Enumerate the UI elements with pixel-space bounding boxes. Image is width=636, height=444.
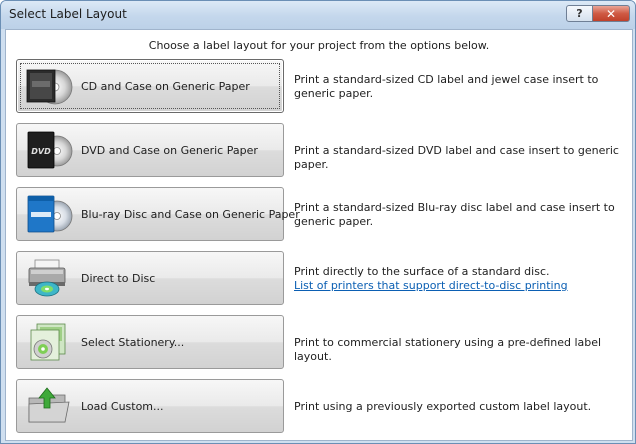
dialog-content: Choose a label layout for your project f… [5, 29, 633, 441]
cd-and-case-button[interactable]: CD and Case on Generic Paper [16, 59, 284, 113]
cd-option-description: Print a standard-sized CD label and jewe… [294, 73, 599, 100]
load-custom-option-description: Print using a previously exported custom… [294, 400, 592, 413]
select-label-layout-dialog: Select Label Layout ? ✕ Choose a label l… [0, 0, 636, 444]
supported-printers-link[interactable]: List of printers that support direct-to-… [294, 279, 568, 292]
direct-to-disc-button[interactable]: Direct to Disc [16, 251, 284, 305]
stationery-icon [30, 323, 66, 361]
dvd-and-case-button[interactable]: DVD DVD and Case on Generic Paper [16, 123, 284, 177]
folder-load-icon [28, 387, 70, 423]
direct-to-disc-description-text: Print directly to the surface of a stand… [294, 265, 550, 278]
help-button[interactable]: ? [566, 5, 593, 22]
close-button[interactable]: ✕ [592, 5, 630, 22]
load-custom-option-label: Load Custom... [81, 400, 164, 413]
instruction-text: Choose a label layout for your project f… [148, 39, 490, 52]
direct-to-disc-option-label: Direct to Disc [81, 272, 156, 285]
load-custom-button[interactable]: Load Custom... [16, 379, 284, 433]
bluray-case-icon [27, 195, 73, 233]
dvd-option-description: Print a standard-sized DVD label and cas… [294, 144, 619, 171]
printer-disc-icon [28, 259, 66, 297]
select-stationery-button[interactable]: Select Stationery... [16, 315, 284, 369]
bluray-and-case-button[interactable]: Blu-ray Disc and Case on Generic Paper [16, 187, 300, 241]
dvd-case-icon: DVD [27, 131, 73, 169]
cd-option-label: CD and Case on Generic Paper [81, 80, 250, 93]
stationery-option-label: Select Stationery... [81, 336, 185, 349]
bluray-option-description: Print a standard-sized Blu-ray disc labe… [294, 201, 615, 228]
dvd-logo-text: DVD [31, 147, 51, 156]
dvd-option-label: DVD and Case on Generic Paper [81, 144, 258, 157]
stationery-option-description: Print to commercial stationery using a p… [294, 336, 602, 363]
title-bar[interactable]: Select Label Layout ? ✕ [1, 1, 635, 29]
window-title: Select Label Layout [9, 7, 127, 21]
bluray-option-label: Blu-ray Disc and Case on Generic Paper [81, 208, 300, 221]
cd-case-icon [26, 69, 73, 105]
direct-to-disc-option-description: Print directly to the surface of a stand… [294, 265, 624, 293]
